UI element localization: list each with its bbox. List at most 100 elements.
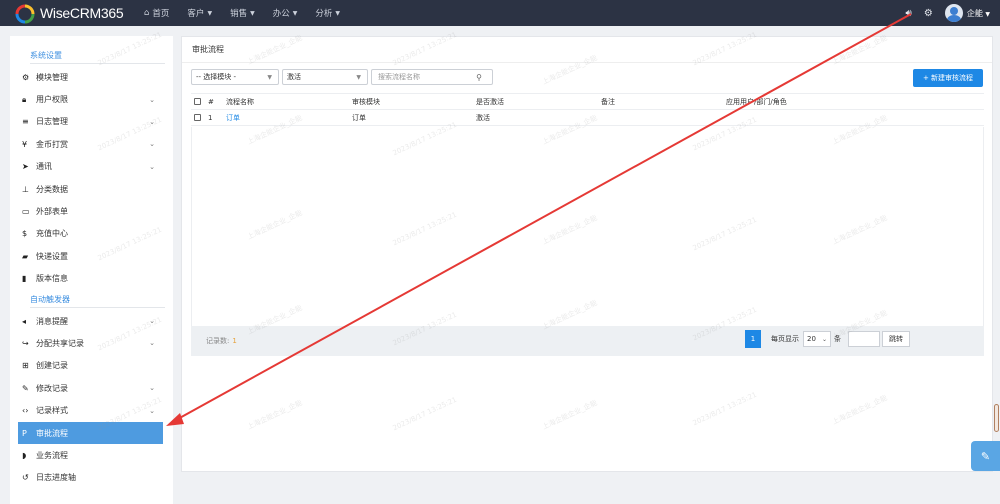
sidebar: 系统设置 ⚙ 模块管理 🔒︎ 用户权限 ⌄ ≡ 日志管理 ⌄ ¥ 金币打赏 ⌄ ➤ 通讯 ⌄ ⊥ 分类数据 ▭ 外…: [10, 36, 173, 504]
select-all-checkbox[interactable]: [194, 98, 201, 105]
row-checkbox[interactable]: [194, 114, 201, 121]
volume-icon[interactable]: 🔊︎: [906, 8, 912, 19]
app-logo[interactable]: WiseCRM365: [14, 2, 134, 24]
dollar-icon: $: [22, 229, 28, 239]
per-page-unit: 条: [834, 335, 841, 343]
row-active: 激活: [473, 109, 598, 126]
sidebar-item-sys-8[interactable]: ▰ 快递设置: [10, 245, 173, 267]
row-apply: [723, 109, 984, 126]
row-name-link[interactable]: 订单: [223, 109, 349, 126]
chevron-down-icon: ⌄: [821, 335, 827, 343]
chevron-down-icon: ⌄: [149, 162, 155, 171]
chevron-down-icon: ⌄: [149, 384, 155, 393]
sidebar-item-trigger-5[interactable]: P 审批流程: [18, 421, 163, 445]
sidebar-item-label: 修改记录: [36, 383, 68, 393]
lock-icon: 🔒︎: [22, 94, 27, 104]
module-select-value: -- 选择模块 -: [196, 73, 237, 81]
table-header-row: # 流程名称 审核模块 是否激活 备注 应用用户/部门/角色: [191, 93, 984, 110]
row-select-cell: [191, 109, 205, 126]
sidebar-item-sys-4[interactable]: ➤ 通讯 ⌄: [10, 156, 173, 178]
sidebar-item-label: 日志进度轴: [36, 473, 76, 483]
chevron-down-icon: ⌄: [149, 406, 155, 415]
sidebar-item-label: 外部表单: [36, 207, 68, 217]
sidebar-item-label: 模块管理: [36, 72, 68, 82]
edit-icon: ✎: [980, 449, 991, 463]
home-icon: ⌂: [144, 8, 150, 18]
per-page-select[interactable]: 20 ⌄: [803, 331, 831, 347]
col-module[interactable]: 审核模块: [349, 93, 473, 110]
history-icon: ↺: [22, 473, 29, 483]
share-icon: ↪: [22, 338, 29, 348]
sidebar-item-label: 快递设置: [36, 251, 68, 261]
search-icon[interactable]: ⚲: [476, 73, 482, 82]
avatar[interactable]: [944, 4, 963, 22]
sidebar-item-trigger-4[interactable]: ‹› 记录样式 ⌄: [10, 399, 173, 421]
sidebar-item-trigger-1[interactable]: ↪ 分配共享记录 ⌄: [10, 332, 173, 354]
sidebar-item-trigger-7[interactable]: ↺ 日志进度轴: [10, 467, 173, 489]
sidebar-item-label: 创建记录: [36, 361, 68, 371]
nav-analysis-label: 分析: [315, 9, 333, 19]
nav-analysis[interactable]: 分析 ▼: [315, 7, 340, 19]
page-title: 审批流程: [182, 37, 992, 63]
user-menu[interactable]: 企能 ▼: [967, 8, 990, 19]
col-name[interactable]: 流程名称: [223, 93, 349, 110]
new-approval-flow-button[interactable]: + 新建审核流程: [913, 69, 983, 87]
sidebar-item-label: 金币打赏: [36, 139, 68, 149]
gear-icon[interactable]: ⚙: [924, 8, 933, 19]
caret-down-icon: ▼: [250, 9, 255, 17]
sidebar-item-trigger-0[interactable]: ◂ 消息提醒 ⌄: [10, 310, 173, 332]
sidebar-item-label: 业务流程: [36, 450, 68, 460]
sidebar-item-sys-1[interactable]: 🔒︎ 用户权限 ⌄: [10, 88, 173, 110]
sidebar-item-label: 分类数据: [36, 184, 68, 194]
jump-page-input[interactable]: [848, 331, 880, 347]
nav-home[interactable]: ⌂ 首页: [144, 7, 169, 19]
col-apply[interactable]: 应用用户/部门/角色: [723, 93, 984, 110]
edit-fab-button[interactable]: ✎: [971, 441, 1000, 471]
record-count-label: 记录数:: [206, 337, 230, 345]
chevron-down-icon: ▼: [356, 73, 361, 81]
pencil-icon: ✎: [22, 383, 29, 393]
nav-office-label: 办公: [272, 9, 290, 19]
nav-sales-label: 销售: [230, 9, 248, 19]
gear-icon: ⚙: [22, 72, 30, 82]
sidebar-item-sys-7[interactable]: $ 充值中心: [10, 223, 173, 245]
row-remark: [598, 109, 723, 126]
status-select[interactable]: 激活 ▼: [282, 69, 368, 85]
main-panel: 审批流程 -- 选择模块 - ▼ 激活 ▼ 搜索流程名称 ⚲ + 新建审核流程 …: [181, 36, 993, 472]
main-nav: ⌂ 首页 客户 ▼ 销售 ▼ 办公 ▼ 分析 ▼: [144, 7, 358, 19]
volume-icon: ◂: [22, 316, 27, 326]
sidebar-item-label: 日志管理: [36, 117, 68, 127]
sidebar-item-trigger-6[interactable]: ◗ 业务流程: [10, 444, 173, 466]
sidebar-item-label: 分配共享记录: [36, 338, 84, 348]
sidebar-item-sys-5[interactable]: ⊥ 分类数据: [10, 178, 173, 200]
jump-button[interactable]: 跳转: [882, 331, 910, 347]
nav-sales[interactable]: 销售 ▼: [230, 7, 255, 19]
sidebar-item-trigger-2[interactable]: ⊞ 创建记录: [10, 355, 173, 377]
table-footer: 记录数: 1 1 每页显示 20 ⌄ 条 跳转: [191, 326, 984, 356]
sidebar-item-sys-2[interactable]: ≡ 日志管理 ⌄: [10, 111, 173, 133]
pagination: 1 每页显示 20 ⌄ 条 跳转: [745, 330, 910, 348]
nav-office[interactable]: 办公 ▼: [273, 7, 298, 19]
caret-down-icon: ▼: [292, 9, 298, 17]
shield-icon: ◗: [22, 450, 27, 460]
sidebar-item-trigger-3[interactable]: ✎ 修改记录 ⌄: [10, 377, 173, 399]
sidebar-item-sys-3[interactable]: ¥ 金币打赏 ⌄: [10, 133, 173, 155]
sidebar-section-trigger: 自动触发器: [10, 290, 173, 310]
chevron-down-icon: ⌄: [149, 339, 155, 348]
top-right-tools: 🔊︎ ⚙ 企能 ▼: [894, 0, 990, 26]
select-all-cell: [191, 93, 205, 110]
sidebar-item-label: 用户权限: [36, 95, 68, 105]
sidebar-item-sys-0[interactable]: ⚙ 模块管理: [10, 66, 173, 88]
col-remark[interactable]: 备注: [598, 93, 723, 110]
sidebar-item-sys-6[interactable]: ▭ 外部表单: [10, 200, 173, 222]
module-select[interactable]: -- 选择模块 - ▼: [191, 69, 279, 85]
nav-customer[interactable]: 客户 ▼: [187, 7, 212, 19]
col-active[interactable]: 是否激活: [473, 93, 598, 110]
page-1-button[interactable]: 1: [745, 330, 761, 348]
chevron-down-icon: ⌄: [149, 140, 155, 149]
search-input[interactable]: 搜索流程名称 ⚲: [371, 69, 493, 85]
sidebar-item-sys-9[interactable]: ▮ 版本信息: [10, 268, 173, 290]
sidebar-section-system: 系统设置: [10, 46, 173, 66]
logo-icon: [14, 2, 36, 24]
scroll-handle[interactable]: [994, 404, 999, 432]
